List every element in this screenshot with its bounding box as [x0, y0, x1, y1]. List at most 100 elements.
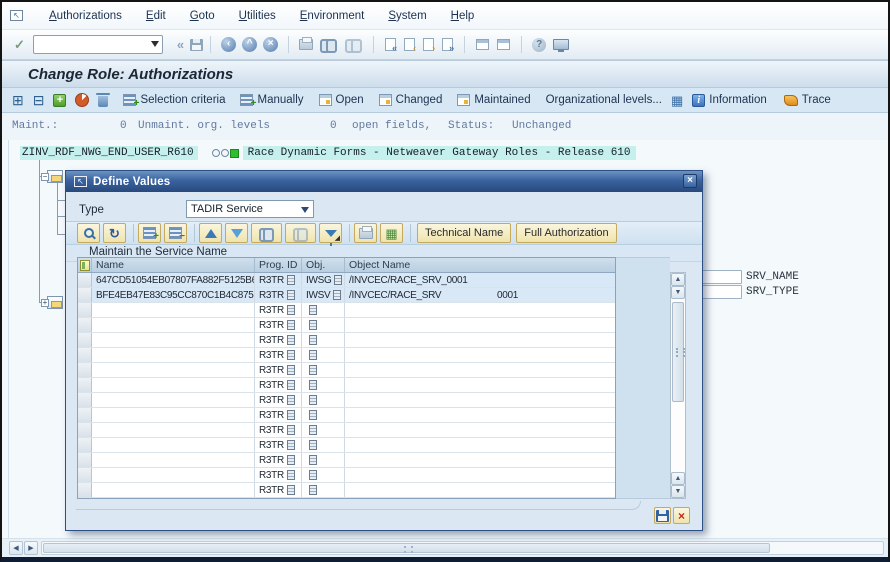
- cell-obj[interactable]: [302, 438, 345, 452]
- collapse-command-field-icon[interactable]: [177, 37, 184, 52]
- cell-object-name[interactable]: [345, 393, 615, 407]
- row-selector[interactable]: [78, 333, 92, 347]
- save-icon[interactable]: [190, 39, 203, 51]
- cell-name[interactable]: [92, 303, 255, 317]
- type-dropdown[interactable]: TADIR Service: [186, 200, 314, 218]
- row-selector[interactable]: [78, 273, 92, 287]
- trace-button[interactable]: Trace: [784, 94, 831, 106]
- cell-obj[interactable]: [302, 393, 345, 407]
- delete-row-button[interactable]: [164, 223, 187, 243]
- column-header-obj[interactable]: Obj.: [302, 258, 345, 272]
- dialog-cancel-button[interactable]: [673, 507, 690, 524]
- cell-name[interactable]: [92, 453, 255, 467]
- cell-obj[interactable]: [302, 363, 345, 377]
- dialog-close-icon[interactable]: [683, 174, 697, 188]
- find-next-button[interactable]: [285, 223, 316, 243]
- cell-name[interactable]: [92, 468, 255, 482]
- status-overview-button[interactable]: [75, 93, 89, 107]
- cell-obj[interactable]: [302, 333, 345, 347]
- expand-node-icon[interactable]: +: [41, 299, 49, 307]
- value-help-icon[interactable]: [309, 395, 317, 405]
- value-help-icon[interactable]: [287, 275, 295, 285]
- value-help-icon[interactable]: [309, 380, 317, 390]
- value-help-icon[interactable]: [287, 350, 295, 360]
- cell-name[interactable]: [92, 393, 255, 407]
- gui-settings-icon[interactable]: [553, 39, 569, 50]
- cell-prog-id[interactable]: R3TR: [255, 453, 302, 467]
- manually-button[interactable]: Manually: [240, 94, 303, 106]
- row-selector[interactable]: [78, 288, 92, 302]
- value-help-icon[interactable]: [287, 470, 295, 480]
- menu-edit[interactable]: Edit: [146, 10, 166, 22]
- value-help-icon[interactable]: [309, 350, 317, 360]
- scrollbar-thumb[interactable]: [672, 302, 684, 402]
- cell-prog-id[interactable]: R3TR: [255, 318, 302, 332]
- next-page-icon[interactable]: [423, 38, 434, 51]
- open-button[interactable]: Open: [319, 94, 364, 106]
- cell-prog-id[interactable]: R3TR: [255, 288, 302, 302]
- cell-obj[interactable]: [302, 468, 345, 482]
- value-help-icon[interactable]: [287, 380, 295, 390]
- back-icon[interactable]: [221, 37, 236, 52]
- cell-prog-id[interactable]: R3TR: [255, 408, 302, 422]
- column-header-name[interactable]: Name: [92, 258, 255, 272]
- cell-prog-id[interactable]: R3TR: [255, 378, 302, 392]
- overview-list-button[interactable]: [671, 94, 683, 107]
- first-page-icon[interactable]: [385, 38, 396, 51]
- cell-prog-id[interactable]: R3TR: [255, 333, 302, 347]
- cell-prog-id[interactable]: R3TR: [255, 303, 302, 317]
- collapse-all-button[interactable]: [33, 93, 45, 107]
- cell-name[interactable]: [92, 408, 255, 422]
- cell-object-name[interactable]: [345, 468, 615, 482]
- cell-obj[interactable]: [302, 348, 345, 362]
- cell-name[interactable]: [92, 483, 255, 497]
- cell-name[interactable]: [92, 333, 255, 347]
- dropdown-icon[interactable]: [151, 41, 159, 47]
- row-selector[interactable]: [78, 408, 92, 422]
- cell-name[interactable]: [92, 438, 255, 452]
- value-help-icon[interactable]: [287, 410, 295, 420]
- srv-type-field[interactable]: [701, 285, 742, 299]
- refresh-button[interactable]: [103, 223, 126, 243]
- command-field[interactable]: [33, 35, 163, 54]
- cancel-icon[interactable]: [263, 37, 278, 52]
- value-help-icon[interactable]: [309, 470, 317, 480]
- value-help-icon[interactable]: [309, 365, 317, 375]
- row-selector[interactable]: [78, 393, 92, 407]
- dialog-title-bar[interactable]: Define Values: [66, 171, 702, 192]
- cell-prog-id[interactable]: R3TR: [255, 348, 302, 362]
- print-button[interactable]: [354, 223, 377, 243]
- menu-environment[interactable]: Environment: [300, 10, 365, 22]
- menu-help[interactable]: Help: [451, 10, 475, 22]
- cell-prog-id[interactable]: R3TR: [255, 363, 302, 377]
- last-page-icon[interactable]: [442, 38, 453, 51]
- table-vertical-scrollbar[interactable]: ▲ ▼ ▲ ▼: [670, 272, 686, 499]
- cell-name[interactable]: [92, 348, 255, 362]
- delete-button[interactable]: [98, 93, 108, 107]
- full-authorization-button[interactable]: Full Authorization: [516, 223, 616, 243]
- row-selector[interactable]: [78, 453, 92, 467]
- cell-prog-id[interactable]: R3TR: [255, 393, 302, 407]
- role-id[interactable]: ZINV_RDF_NWG_END_USER_R610: [20, 146, 198, 160]
- exit-icon[interactable]: [242, 37, 257, 52]
- row-selector[interactable]: [78, 318, 92, 332]
- cell-obj[interactable]: [302, 303, 345, 317]
- sort-descending-button[interactable]: [225, 223, 248, 243]
- maintained-button[interactable]: Maintained: [457, 94, 530, 106]
- menu-goto[interactable]: Goto: [190, 10, 215, 22]
- cell-name[interactable]: 647CD51054EB07807FA882F5125B6F: [92, 273, 255, 287]
- display-button[interactable]: [77, 223, 100, 243]
- cell-name[interactable]: [92, 423, 255, 437]
- table-view-button[interactable]: [380, 223, 403, 243]
- cell-obj[interactable]: [302, 318, 345, 332]
- cell-name[interactable]: [92, 363, 255, 377]
- menu-system[interactable]: System: [388, 10, 426, 22]
- cell-object-name[interactable]: [345, 423, 615, 437]
- cell-prog-id[interactable]: R3TR: [255, 438, 302, 452]
- find-next-icon[interactable]: [345, 39, 362, 50]
- selection-criteria-button[interactable]: Selection criteria: [123, 94, 225, 106]
- cell-object-name[interactable]: [345, 438, 615, 452]
- scroll-down-icon[interactable]: ▼: [671, 485, 685, 498]
- collapse-node-icon[interactable]: −: [41, 173, 49, 181]
- menu-authorizations[interactable]: Authorizations: [49, 10, 122, 22]
